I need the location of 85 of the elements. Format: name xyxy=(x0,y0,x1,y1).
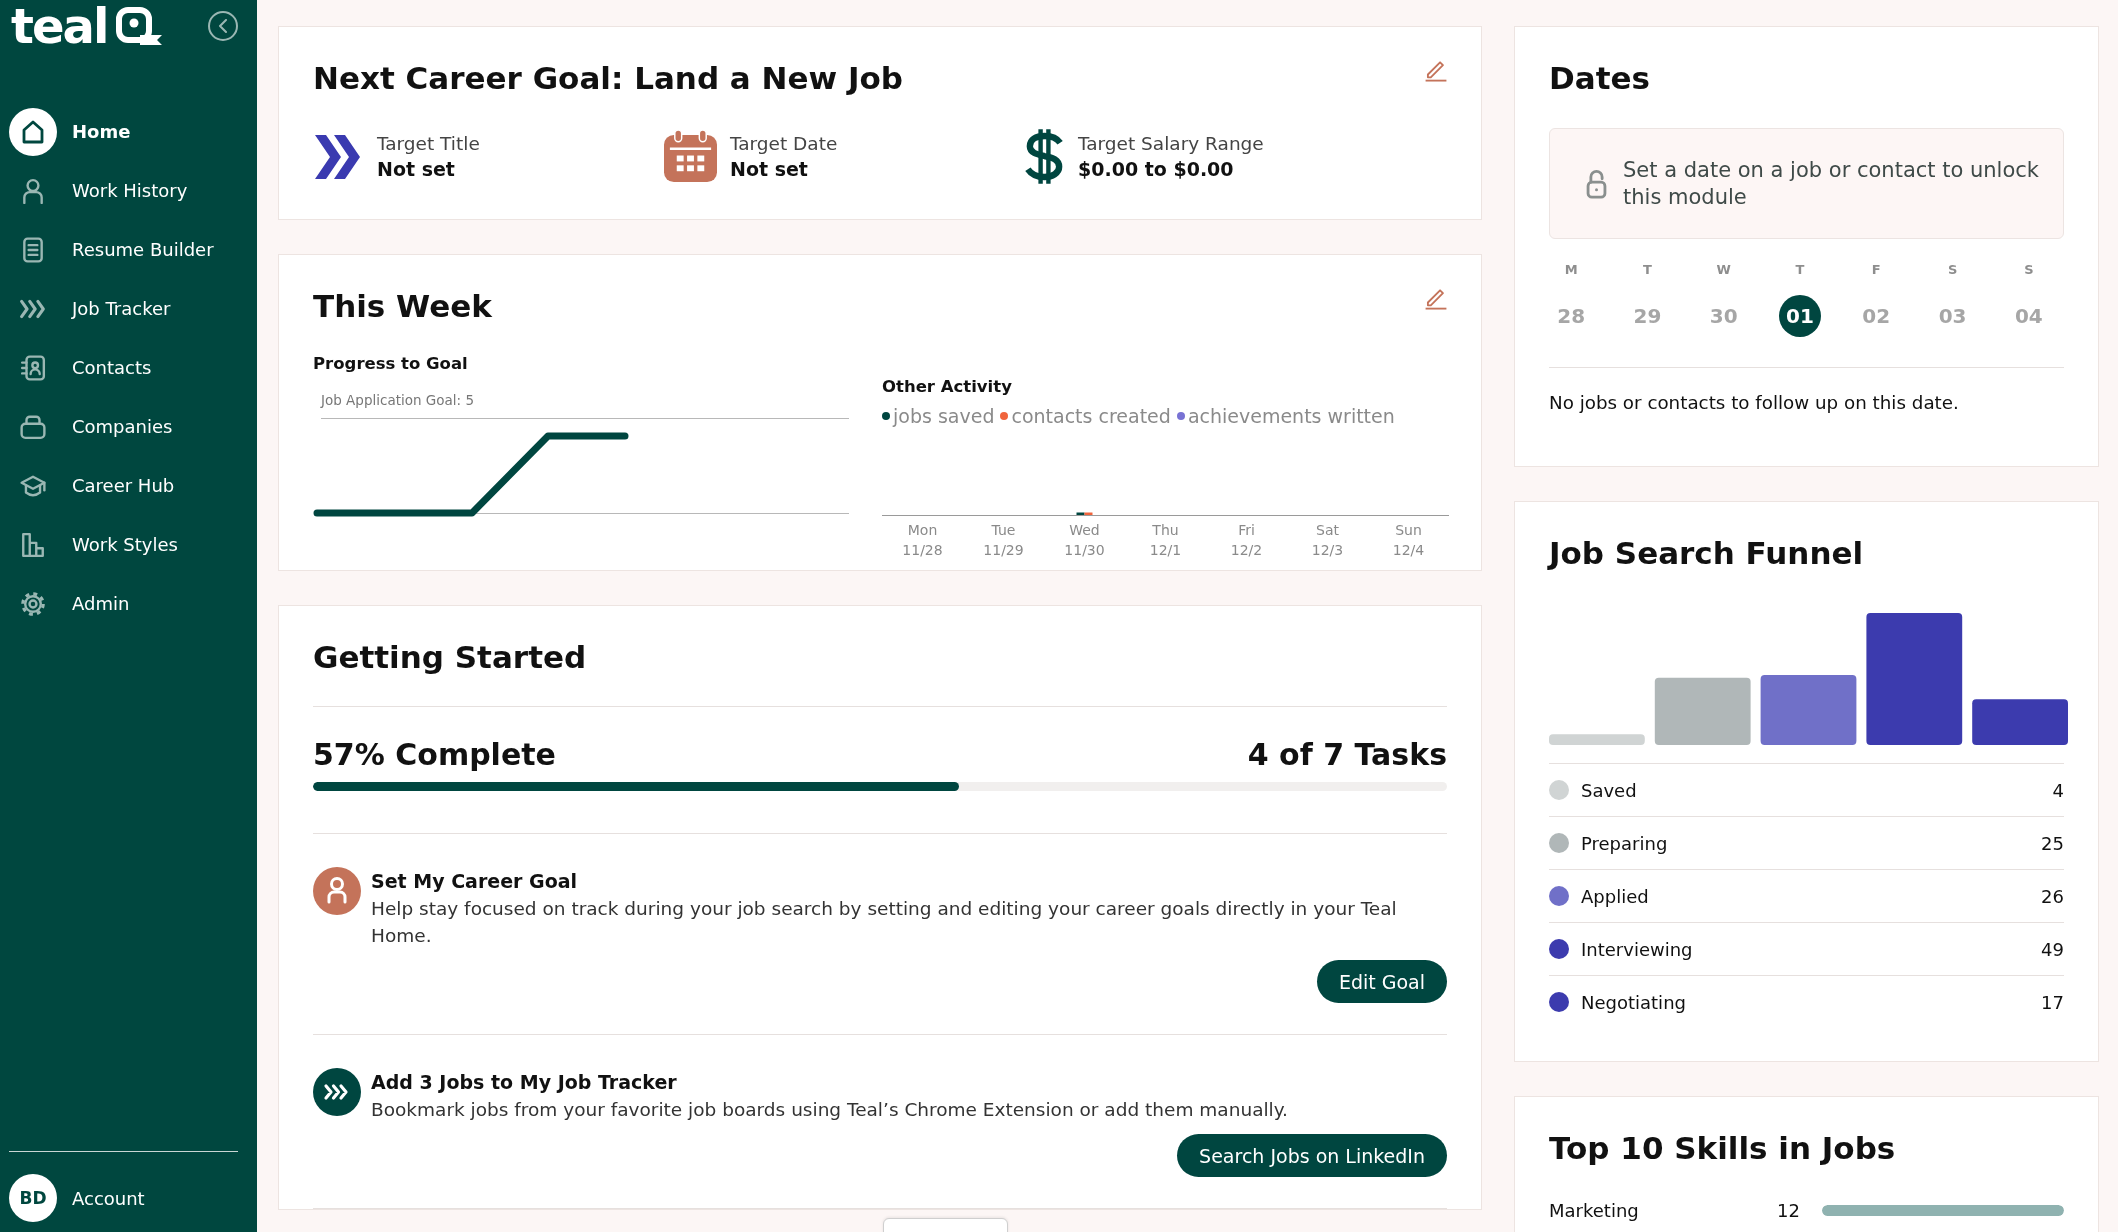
account-link[interactable]: BD Account xyxy=(9,1174,145,1222)
user-avatar: BD xyxy=(9,1174,57,1222)
section-title: Other Activity xyxy=(882,376,1012,398)
axis-label: Mon 11/28 xyxy=(901,521,944,560)
nav-item[interactable]: Resume Builder xyxy=(9,220,214,279)
weekday-label: S xyxy=(2024,261,2034,279)
triple-chevron-icon xyxy=(313,1068,361,1116)
stage-name: Interviewing xyxy=(1581,938,1694,960)
stage-name: Negotiating xyxy=(1581,991,1687,1013)
stage-count: 49 xyxy=(2041,938,2064,960)
tasks-count: 4 of 7 Tasks xyxy=(1247,736,1447,774)
locked-message: Set a date on a job or contact to unlock this module xyxy=(1623,156,2040,211)
briefcase-icon xyxy=(20,413,46,440)
nav-item[interactable]: Work Styles xyxy=(9,515,178,574)
legend-label: jobs saved xyxy=(893,404,995,428)
card-title: Dates xyxy=(1549,59,1651,98)
task-button[interactable]: Search Jobs on LinkedIn xyxy=(1177,1134,1447,1177)
weekday-label: T xyxy=(1643,261,1652,279)
weekday-label: W xyxy=(1716,261,1731,279)
goal-label: Job Application Goal: 5 xyxy=(321,391,474,410)
empty-message: No jobs or contacts to follow up on this date. xyxy=(1549,391,1960,415)
settings-icon xyxy=(20,590,46,617)
axis-label: Sat 12/3 xyxy=(1310,521,1345,560)
logo-icon xyxy=(116,7,163,45)
nav-item[interactable]: Career Hub xyxy=(9,456,175,515)
calendar-day[interactable]: 01 xyxy=(1779,295,1821,337)
card-title: Getting Started xyxy=(313,638,588,677)
address-book-icon xyxy=(20,354,46,381)
section-title: Progress to Goal xyxy=(313,353,468,375)
task-description: Help stay focused on track during your job search by setting and editing your career goals directly in your Teal Home. xyxy=(371,897,1398,948)
skill-name: Marketing xyxy=(1549,1199,1640,1221)
target-value: $0.00 to $0.00 xyxy=(1078,156,1235,182)
edit-button[interactable] xyxy=(1425,60,1447,82)
axis-label: Fri 12/2 xyxy=(1229,521,1264,560)
axis-label: Sun 12/4 xyxy=(1391,521,1426,560)
calendar-icon xyxy=(663,130,718,183)
task-description: Bookmark jobs from your favorite job boards using Teal’s Chrome Extension or add them manually. xyxy=(371,1098,1288,1122)
nav-item[interactable]: Contacts xyxy=(9,338,152,397)
stage-name: Preparing xyxy=(1581,832,1669,854)
chevron-left-icon xyxy=(218,19,228,33)
pencil-icon xyxy=(1425,288,1447,310)
target-label: Target Title xyxy=(377,131,480,156)
legend-label: contacts created xyxy=(1011,404,1171,428)
stage-count: 25 xyxy=(2041,832,2064,854)
weekday-label: S xyxy=(1947,261,1958,279)
card-title: Next Career Goal: Land a New Job xyxy=(313,59,903,98)
person-icon xyxy=(20,177,46,204)
card-title: Top 10 Skills in Jobs xyxy=(1549,1129,1897,1168)
edit-button[interactable] xyxy=(1425,288,1447,310)
document-icon xyxy=(20,236,46,263)
nav-item[interactable]: Job Tracker xyxy=(9,279,171,338)
nav-item[interactable]: Admin xyxy=(9,574,130,633)
axis-label: Thu 12/1 xyxy=(1148,521,1183,560)
stage-count: 26 xyxy=(2041,885,2064,907)
home-icon xyxy=(9,107,57,156)
target-label: Target Salary Range xyxy=(1078,131,1264,156)
pencil-icon xyxy=(1425,60,1447,82)
card-title: Job Search Funnel xyxy=(1549,534,1865,573)
nav-item[interactable]: Work History xyxy=(9,161,188,220)
target-label: Target Date xyxy=(730,131,838,156)
stage-count: 4 xyxy=(2052,779,2064,801)
collapse-sidebar-button[interactable] xyxy=(208,11,238,41)
weekday-label: F xyxy=(1871,261,1881,279)
skill-count: 12 xyxy=(1776,1199,1800,1221)
nav-item[interactable]: Companies xyxy=(9,397,173,456)
weekday-label: T xyxy=(1795,261,1805,279)
stage-name: Saved xyxy=(1581,779,1638,801)
axis-label: Wed 11/30 xyxy=(1063,521,1106,560)
axis-label: Tue 11/29 xyxy=(982,521,1025,560)
completion-text: 57% Complete xyxy=(313,736,556,774)
bar-chart-icon xyxy=(20,531,46,558)
stage-count: 17 xyxy=(2041,991,2064,1013)
stage-name: Applied xyxy=(1581,885,1650,907)
task-title: Set My Career Goal xyxy=(371,869,578,894)
legend-label: achievements written xyxy=(1187,404,1395,428)
target-value: Not set xyxy=(730,156,809,182)
person-icon xyxy=(313,867,361,915)
weekday-label: M xyxy=(1564,261,1578,279)
nav-item[interactable]: Home xyxy=(9,102,131,161)
logo-text: teal xyxy=(11,2,108,50)
padlock-icon xyxy=(1586,168,1607,199)
task-button[interactable]: Edit Goal xyxy=(1316,960,1447,1003)
target-value: Not set xyxy=(377,156,456,182)
task-title: Add 3 Jobs to My Job Tracker xyxy=(371,1070,677,1095)
card-title: This Week xyxy=(313,287,492,326)
